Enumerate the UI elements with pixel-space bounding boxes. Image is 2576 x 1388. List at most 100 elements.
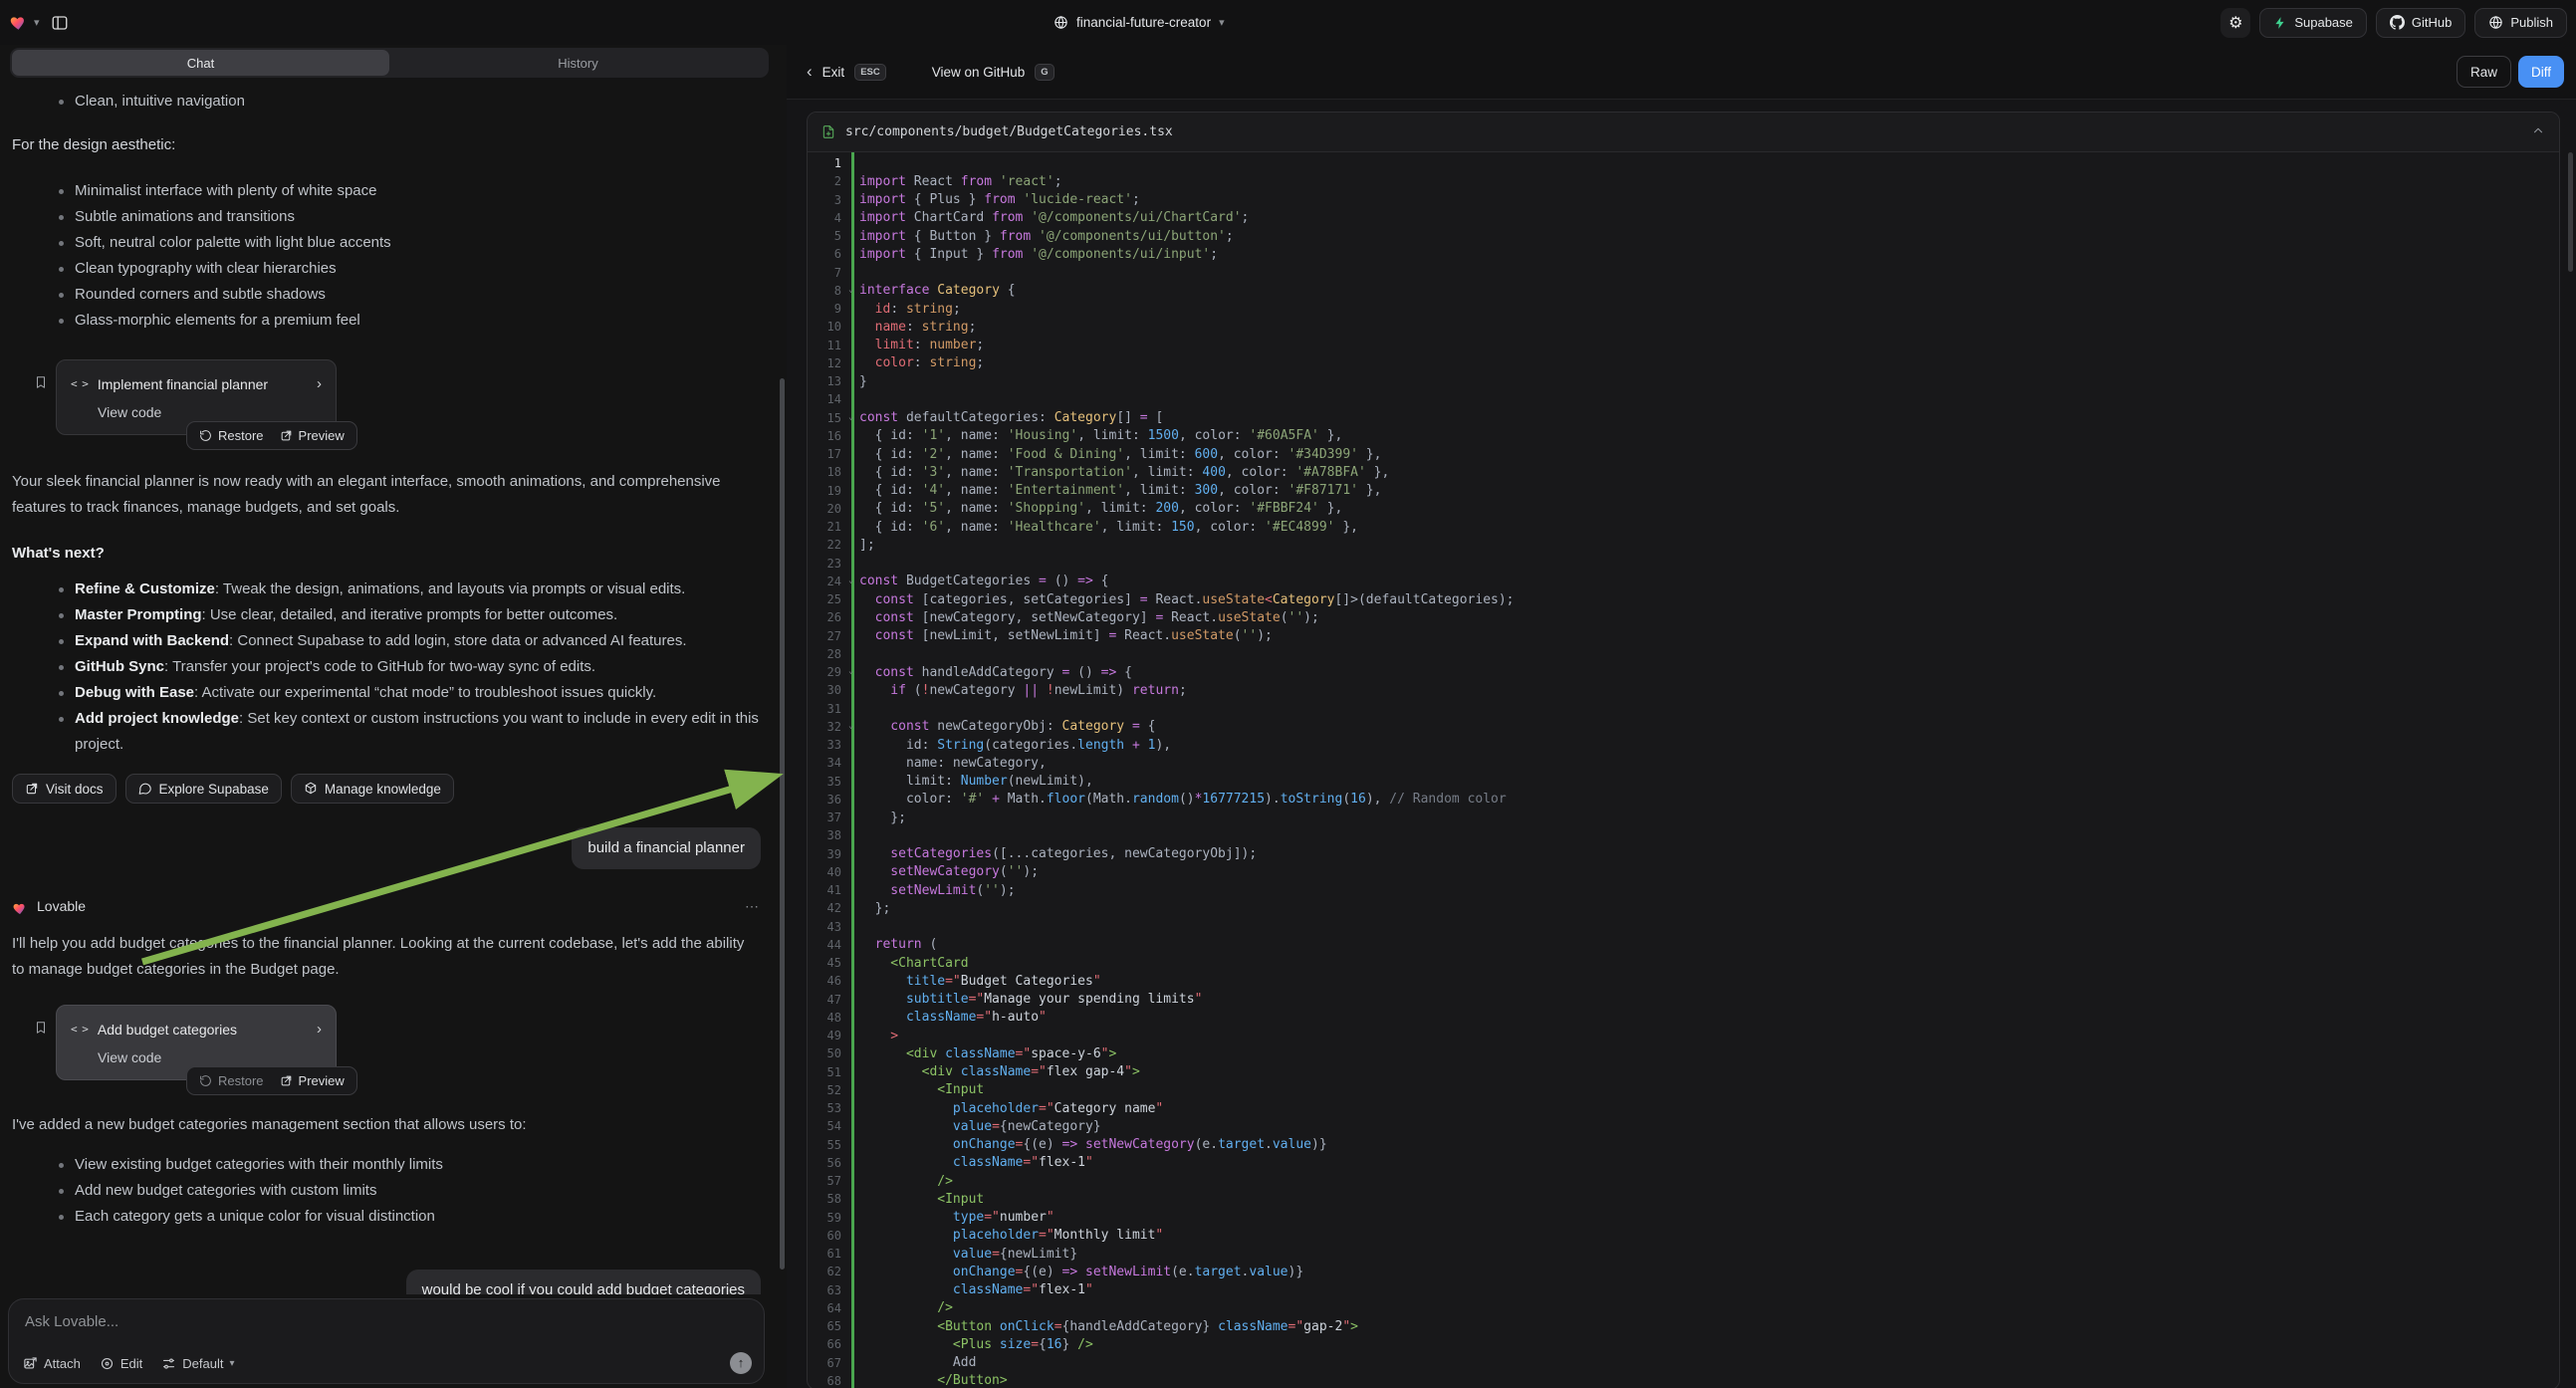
line-number[interactable]: 64 [808, 1301, 847, 1315]
publish-button[interactable]: Publish [2474, 8, 2567, 38]
version-card-implement-financial-planner[interactable]: < > Implement financial planner › View c… [56, 359, 337, 435]
fold-chevron-icon[interactable]: ⌄ [848, 666, 853, 675]
line-number[interactable]: 26 [808, 610, 847, 624]
exit-button[interactable]: Exit [822, 65, 845, 80]
line-number[interactable]: 2 [808, 174, 847, 188]
line-number[interactable]: 63 [808, 1283, 847, 1297]
line-number[interactable]: 58 [808, 1192, 847, 1206]
line-number[interactable]: 9 [808, 302, 847, 316]
line-number[interactable]: 22 [808, 538, 847, 552]
line-number[interactable]: 27 [808, 629, 847, 643]
line-number[interactable]: 36 [808, 793, 847, 807]
github-button[interactable]: GitHub [2376, 8, 2465, 38]
line-number[interactable]: 16 [808, 429, 847, 443]
send-button[interactable]: ↑ [730, 1352, 752, 1374]
line-number[interactable]: 59 [808, 1211, 847, 1225]
tab-history[interactable]: History [389, 50, 767, 76]
manage-knowledge-button[interactable]: Manage knowledge [291, 774, 454, 804]
diff-toggle-button[interactable]: Diff [2518, 56, 2564, 88]
supabase-button[interactable]: Supabase [2259, 8, 2367, 38]
line-number[interactable]: 61 [808, 1247, 847, 1261]
fold-chevron-icon[interactable]: ⌄ [848, 412, 853, 421]
view-code-link[interactable]: View code [98, 1048, 322, 1066]
view-on-github-button[interactable]: View on GitHub [932, 65, 1026, 80]
line-number[interactable]: 20 [808, 502, 847, 516]
attach-button[interactable]: Attach [23, 1356, 81, 1371]
fold-chevron-icon[interactable]: ⌄ [848, 721, 853, 730]
logo-chevron-down-icon[interactable]: ▾ [34, 16, 40, 29]
line-number[interactable]: 38 [808, 828, 847, 842]
line-number[interactable]: 60 [808, 1229, 847, 1243]
line-number[interactable]: 1 [808, 156, 847, 170]
line-number[interactable]: 3 [808, 193, 847, 207]
line-number[interactable]: 62 [808, 1265, 847, 1278]
file-header[interactable]: src/components/budget/BudgetCategories.t… [808, 113, 2559, 152]
fold-chevron-icon[interactable]: ⌄ [848, 576, 853, 584]
tab-chat[interactable]: Chat [12, 50, 389, 76]
line-number[interactable]: 52 [808, 1083, 847, 1097]
line-number[interactable]: 55 [808, 1138, 847, 1152]
line-number[interactable]: 53 [808, 1101, 847, 1115]
line-number[interactable]: 40 [808, 865, 847, 879]
fold-chevron-icon[interactable]: ⌄ [848, 285, 853, 294]
line-number[interactable]: 66 [808, 1337, 847, 1351]
back-chevron-icon[interactable]: ‹ [807, 62, 813, 82]
line-number[interactable]: 42 [808, 901, 847, 915]
line-number[interactable]: 57 [808, 1174, 847, 1188]
line-number[interactable]: 18 [808, 465, 847, 479]
explore-supabase-button[interactable]: Explore Supabase [125, 774, 282, 804]
restore-button[interactable]: Restore [199, 428, 264, 443]
line-number[interactable]: 17 [808, 447, 847, 461]
line-number[interactable]: 65 [808, 1319, 847, 1333]
line-number[interactable]: 44 [808, 938, 847, 952]
line-number[interactable]: 43 [808, 920, 847, 934]
line-number[interactable]: 39 [808, 847, 847, 861]
bookmark-icon[interactable] [34, 1019, 48, 1044]
line-number[interactable]: 10 [808, 320, 847, 334]
line-number[interactable]: 25 [808, 592, 847, 606]
line-number[interactable]: 28 [808, 647, 847, 661]
line-number[interactable]: 4 [808, 211, 847, 225]
bookmark-icon[interactable] [34, 373, 48, 399]
line-number[interactable]: 14 [808, 392, 847, 406]
line-number[interactable]: 47 [808, 993, 847, 1007]
line-number[interactable]: 54 [808, 1119, 847, 1133]
line-number[interactable]: 6 [808, 247, 847, 261]
line-number[interactable]: 45 [808, 956, 847, 970]
line-number[interactable]: 15⌄ [808, 411, 847, 425]
line-number[interactable]: 49 [808, 1029, 847, 1042]
restore-button[interactable]: Restore [199, 1073, 264, 1088]
version-card-add-budget-categories[interactable]: < > Add budget categories › View code Re… [56, 1005, 337, 1080]
line-number[interactable]: 48 [808, 1011, 847, 1025]
line-number[interactable]: 46 [808, 974, 847, 988]
lovable-logo-icon[interactable] [9, 14, 28, 32]
line-number[interactable]: 32⌄ [808, 720, 847, 734]
line-number[interactable]: 68 [808, 1374, 847, 1388]
message-menu-button[interactable]: ⋯ [745, 893, 761, 919]
line-number[interactable]: 37 [808, 810, 847, 824]
visit-docs-button[interactable]: Visit docs [12, 774, 117, 804]
edit-mode-button[interactable]: Edit [100, 1356, 142, 1371]
line-number[interactable]: 33 [808, 738, 847, 752]
view-code-link[interactable]: View code [98, 403, 322, 421]
line-number[interactable]: 35 [808, 775, 847, 789]
line-number[interactable]: 13 [808, 374, 847, 388]
line-number[interactable]: 50 [808, 1046, 847, 1060]
line-number[interactable]: 23 [808, 557, 847, 571]
line-number[interactable]: 67 [808, 1356, 847, 1370]
line-number[interactable]: 19 [808, 484, 847, 498]
line-number[interactable]: 31 [808, 702, 847, 716]
raw-toggle-button[interactable]: Raw [2457, 56, 2511, 88]
line-number[interactable]: 5 [808, 229, 847, 243]
line-number[interactable]: 11 [808, 339, 847, 352]
chat-input[interactable] [25, 1313, 748, 1330]
line-number[interactable]: 51 [808, 1065, 847, 1079]
settings-button[interactable]: ⚙ [2221, 8, 2250, 38]
line-number[interactable]: 29⌄ [808, 665, 847, 679]
code-scrollbar[interactable] [2568, 152, 2573, 272]
line-number[interactable]: 41 [808, 883, 847, 897]
preview-button[interactable]: Preview [280, 1073, 345, 1088]
line-number[interactable]: 24⌄ [808, 575, 847, 588]
model-selector[interactable]: Default ▾ [161, 1356, 234, 1371]
line-number[interactable]: 21 [808, 520, 847, 534]
